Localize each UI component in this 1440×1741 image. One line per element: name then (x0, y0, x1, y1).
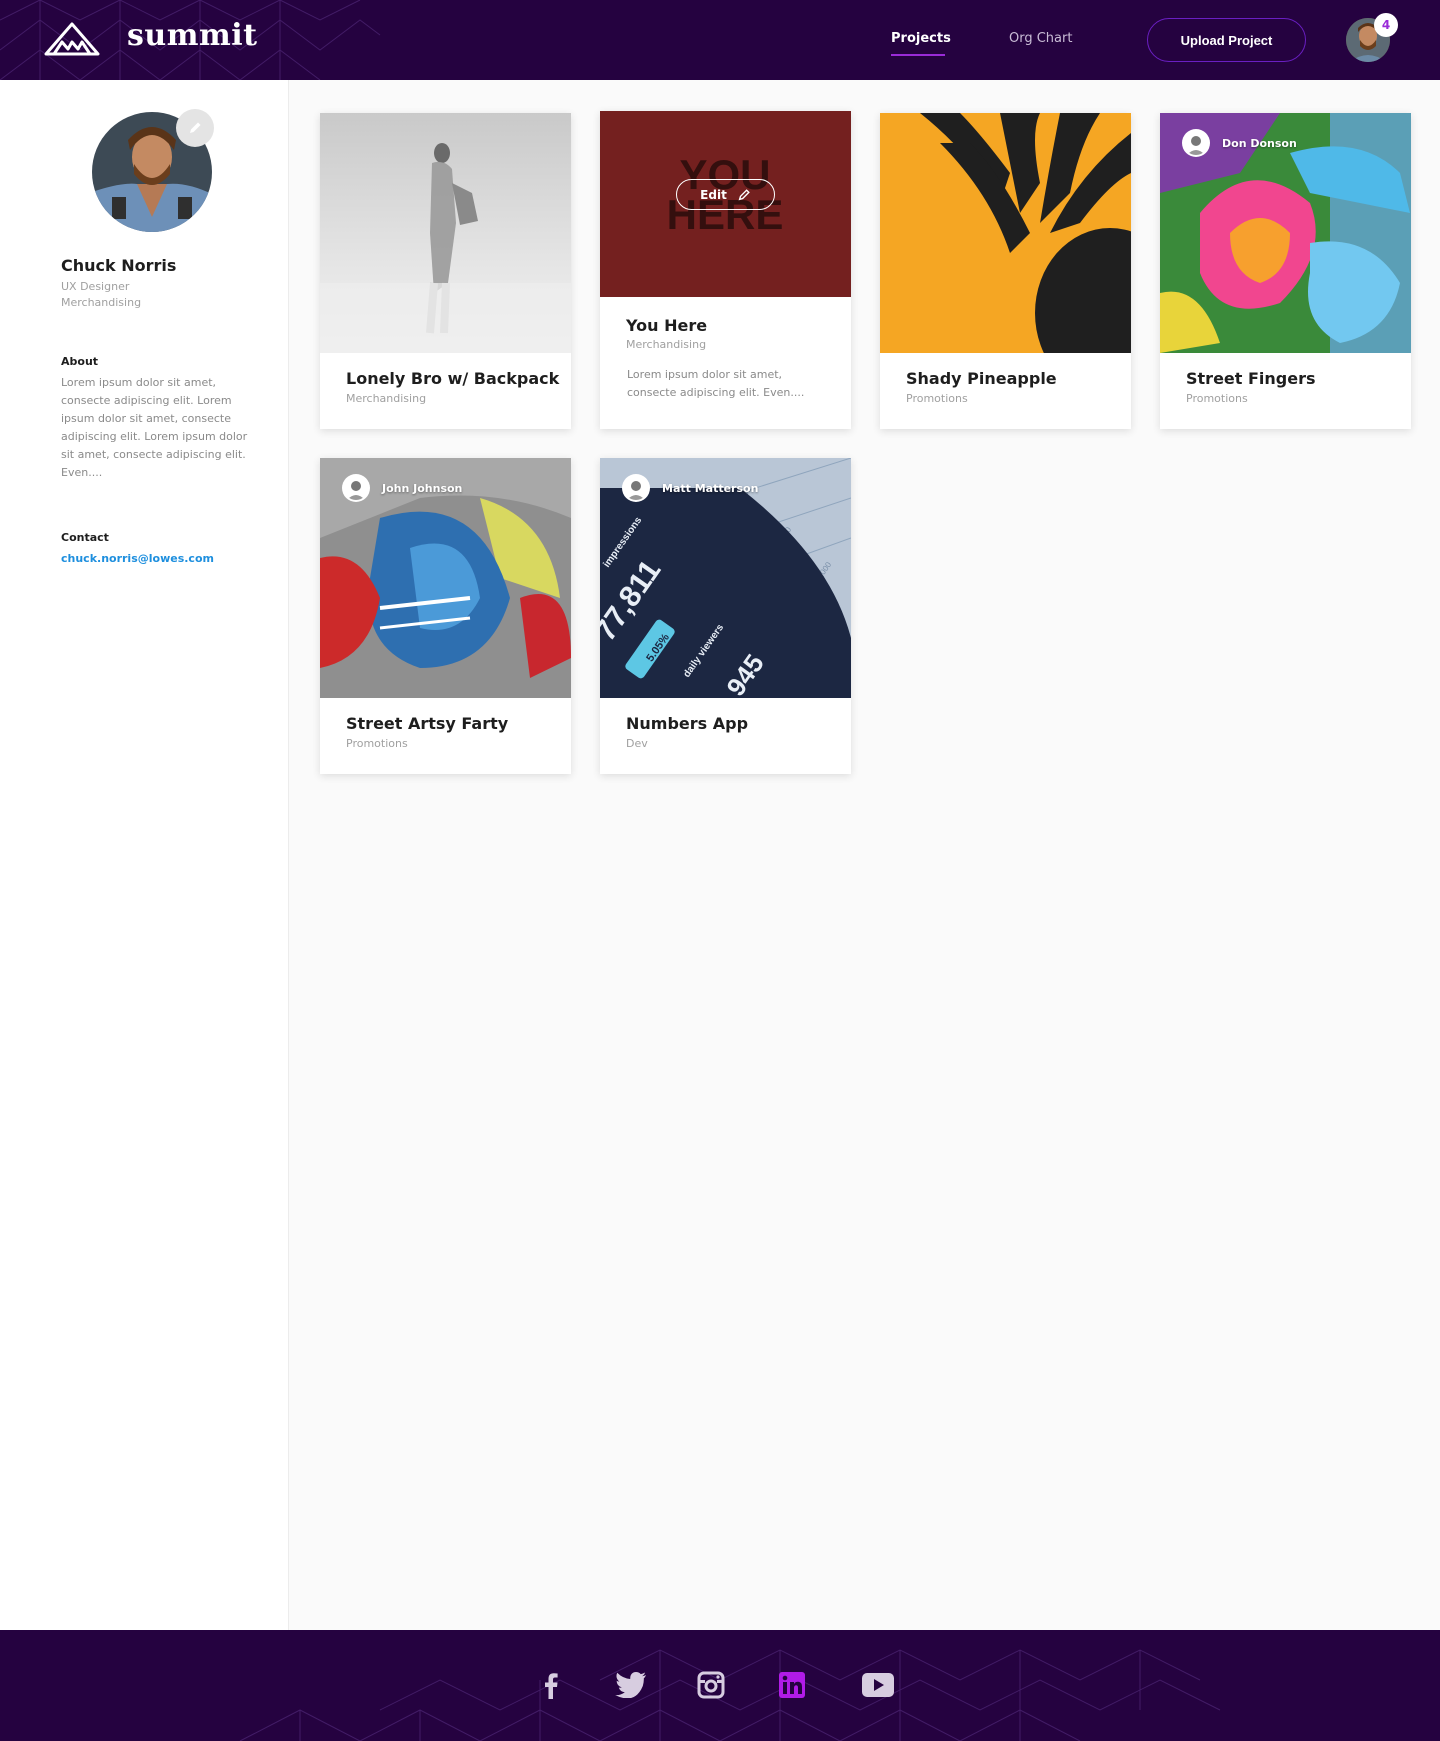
project-thumbnail[interactable] (880, 113, 1131, 353)
summit-logo-icon[interactable] (44, 22, 100, 56)
project-description: Lorem ipsum dolor sit amet, consecte adi… (627, 368, 805, 399)
project-owner[interactable]: Don Donson (1182, 129, 1297, 157)
facebook-icon[interactable] (534, 1668, 568, 1702)
project-title[interactable]: Shady Pineapple (906, 369, 1057, 388)
project-title[interactable]: You Here (626, 316, 707, 335)
contact-heading: Contact (61, 531, 109, 544)
project-thumbnail[interactable]: YOU HERE Edit (600, 111, 851, 297)
project-thumbnail[interactable]: Don Donson (1160, 113, 1411, 353)
project-title[interactable]: Lonely Bro w/ Backpack (346, 369, 559, 388)
brand-name[interactable]: summit (127, 18, 257, 53)
about-heading: About (61, 355, 99, 368)
about-text: Lorem ipsum dolor sit amet, consecte adi… (61, 376, 248, 479)
pencil-icon (738, 188, 750, 200)
project-category: Merchandising (346, 392, 427, 405)
notification-badge[interactable]: 4 (1374, 13, 1398, 37)
project-card[interactable]: Don Donson Street Fingers Promotions (1160, 113, 1411, 429)
profile-name: Chuck Norris (61, 256, 177, 275)
owner-avatar (342, 474, 370, 502)
contact-email-link[interactable]: chuck.norris@lowes.com (61, 552, 214, 565)
owner-name: John Johnson (382, 481, 463, 495)
linkedin-icon[interactable] (775, 1668, 809, 1702)
twitter-icon[interactable] (614, 1668, 648, 1702)
profile-role: UX Designer (61, 280, 130, 293)
profile-department: Merchandising (61, 296, 142, 309)
project-card[interactable]: YOU HERE Edit You Here Merchandising Lor… (600, 111, 851, 429)
project-card[interactable]: John Johnson Street Artsy Farty Promotio… (320, 458, 571, 774)
project-card[interactable]: Shady Pineapple Promotions (880, 113, 1131, 429)
project-title[interactable]: Street Artsy Farty (346, 714, 508, 733)
profile-sidebar: Chuck Norris UX Designer Merchandising A… (0, 80, 289, 1630)
project-thumbnail[interactable]: John Johnson (320, 458, 571, 698)
project-thumbnail[interactable] (320, 113, 571, 353)
project-owner[interactable]: Matt Matterson (622, 474, 758, 502)
instagram-icon[interactable] (694, 1668, 728, 1702)
edit-photo-button[interactable] (176, 109, 214, 147)
owner-avatar (622, 474, 650, 502)
owner-avatar (1182, 129, 1210, 157)
youtube-icon[interactable] (861, 1668, 895, 1702)
project-title[interactable]: Street Fingers (1186, 369, 1316, 388)
upload-project-button[interactable]: Upload Project (1147, 18, 1306, 62)
project-category: Promotions (1186, 392, 1248, 405)
project-thumbnail[interactable]: 180,000 150,000 120,000 impressions 77,8… (600, 458, 851, 698)
project-title[interactable]: Numbers App (626, 714, 748, 733)
footer (0, 1630, 1440, 1741)
project-category: Promotions (346, 737, 408, 750)
project-card[interactable]: 180,000 150,000 120,000 impressions 77,8… (600, 458, 851, 774)
edit-project-button[interactable]: Edit (676, 179, 775, 210)
nav-org-chart-link[interactable]: Org Chart (1009, 31, 1072, 46)
project-category: Dev (626, 737, 648, 750)
project-owner[interactable]: John Johnson (342, 474, 462, 502)
owner-name: Matt Matterson (662, 481, 759, 495)
edit-label: Edit (700, 187, 727, 202)
active-nav-indicator (891, 54, 945, 56)
pencil-icon (190, 122, 201, 133)
top-navigation-bar: summit Projects Org Chart Upload Project… (0, 0, 1440, 80)
project-category: Promotions (906, 392, 968, 405)
project-category: Merchandising (626, 338, 707, 351)
project-card[interactable]: Lonely Bro w/ Backpack Merchandising (320, 113, 571, 429)
owner-name: Don Donson (1222, 136, 1297, 150)
nav-projects-link[interactable]: Projects (891, 31, 951, 46)
